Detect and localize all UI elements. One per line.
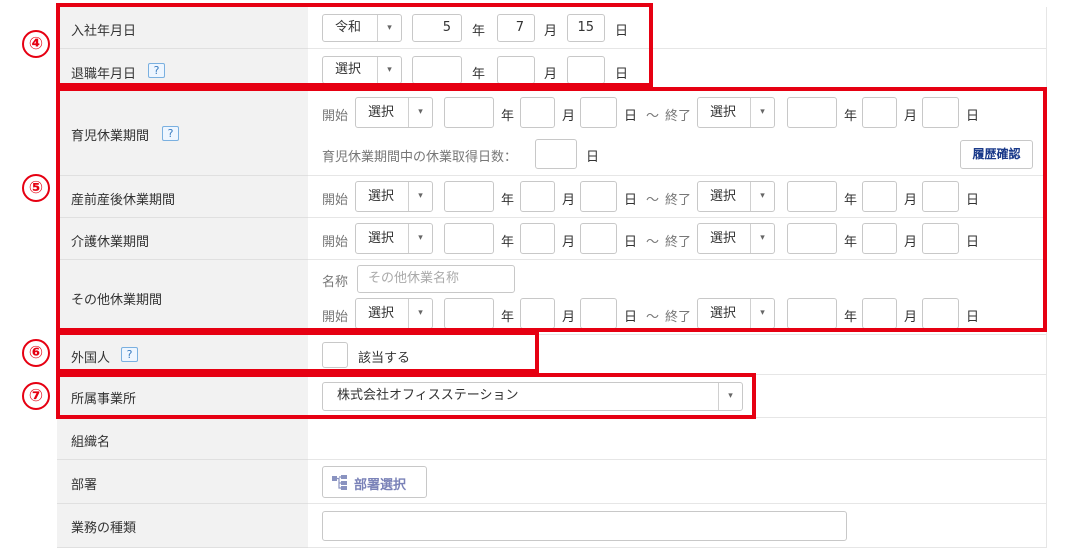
label-cell-department: 部署 <box>57 460 308 504</box>
highlight-box-7 <box>56 373 756 419</box>
highlight-box-6 <box>56 331 539 373</box>
annotation-number-6: ⑥ <box>22 339 50 367</box>
highlight-box-5 <box>56 87 1047 332</box>
value-cell-organization <box>308 418 1047 460</box>
annotation-number-7: ⑦ <box>22 382 50 410</box>
label-cell-organization: 組織名 <box>57 418 308 460</box>
job-type-label: 業務の種類 <box>71 521 137 536</box>
label-cell-job-type: 業務の種類 <box>57 504 308 548</box>
organization-label: 組織名 <box>71 435 111 450</box>
annotation-number-5: ⑤ <box>22 174 50 202</box>
job-type-input[interactable] <box>322 511 847 541</box>
department-label: 部署 <box>71 478 98 493</box>
annotation-number-4: ④ <box>22 30 50 58</box>
org-chart-icon <box>332 475 348 490</box>
department-select-button[interactable]: 部署選択 <box>322 466 427 498</box>
highlight-box-4 <box>56 3 653 87</box>
